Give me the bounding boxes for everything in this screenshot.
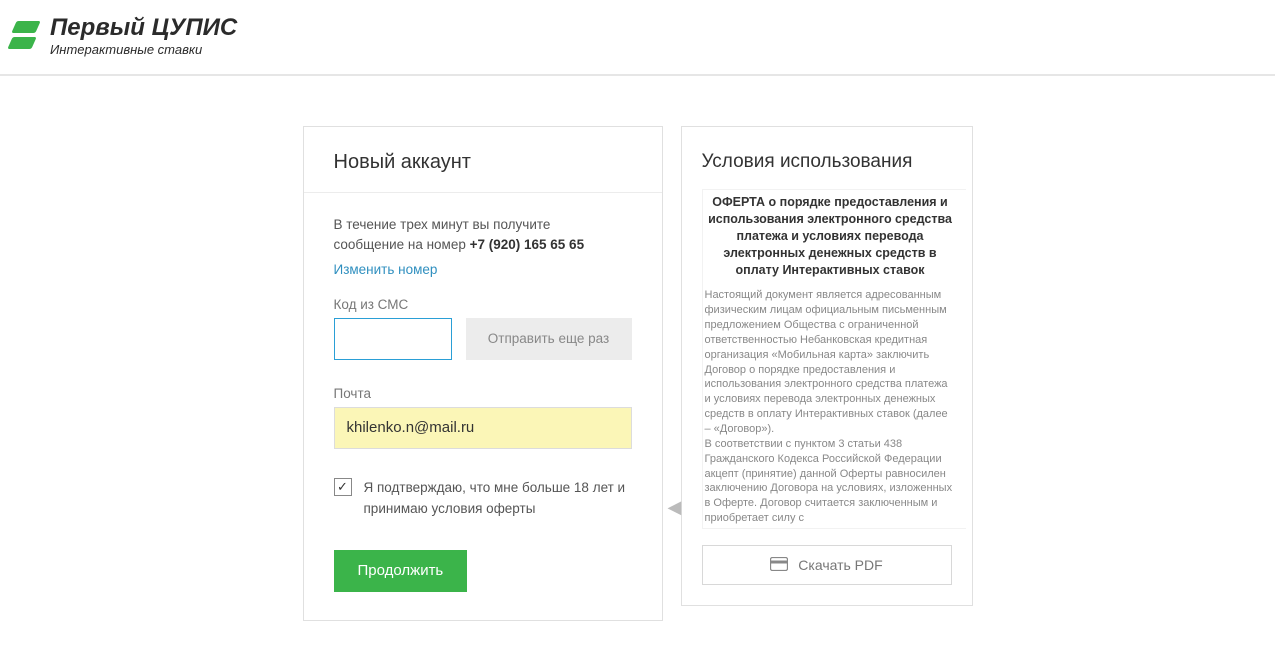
- sms-row: Отправить еще раз: [334, 318, 632, 360]
- age-confirm-text: Я подтверждаю, что мне больше 18 лет и п…: [364, 477, 632, 520]
- app-header: Первый ЦУПИС Интерактивные ставки: [0, 0, 1275, 76]
- age-confirm-checkbox[interactable]: ✓: [334, 478, 352, 496]
- email-input[interactable]: [334, 407, 632, 449]
- change-number-link[interactable]: Изменить номер: [334, 262, 438, 277]
- sms-code-input[interactable]: [334, 318, 452, 360]
- sms-info-phone: +7 (920) 165 65 65: [470, 237, 584, 252]
- email-label: Почта: [334, 386, 632, 401]
- sms-code-label: Код из СМС: [334, 297, 632, 312]
- brand-title: Первый ЦУПИС: [50, 16, 237, 40]
- offer-body-p1: Настоящий документ является адресованным…: [705, 289, 948, 435]
- sms-info-line1: В течение трех минут вы получите: [334, 215, 632, 235]
- age-confirm-row: ✓ Я подтверждаю, что мне больше 18 лет и…: [334, 477, 632, 520]
- brand-logo-icon: [8, 21, 40, 53]
- terms-footer: Скачать PDF: [682, 529, 972, 605]
- new-account-panel: Новый аккаунт В течение трех минут вы по…: [303, 126, 663, 621]
- new-account-header: Новый аккаунт: [304, 127, 662, 193]
- terms-panel: ◀ Условия использования ОФЕРТА о порядке…: [681, 126, 973, 606]
- terms-header: Условия использования: [682, 127, 972, 189]
- arrow-left-icon: ◀: [668, 497, 682, 518]
- brand-logo-block: Первый ЦУПИС Интерактивные ставки: [8, 16, 237, 58]
- continue-button[interactable]: Продолжить: [334, 550, 468, 592]
- main-content: Новый аккаунт В течение трех минут вы по…: [0, 76, 1275, 621]
- sms-info-line2: сообщение на номер +7 (920) 165 65 65: [334, 235, 632, 255]
- offer-body: Настоящий документ является адресованным…: [705, 288, 956, 526]
- new-account-body: В течение трех минут вы получите сообщен…: [304, 193, 662, 620]
- card-icon: [770, 557, 788, 574]
- sms-info-line2-prefix: сообщение на номер: [334, 237, 470, 252]
- download-pdf-label: Скачать PDF: [798, 557, 882, 573]
- resend-sms-button[interactable]: Отправить еще раз: [466, 318, 632, 360]
- brand-subtitle: Интерактивные ставки: [50, 42, 237, 58]
- terms-title: Условия использования: [702, 151, 952, 173]
- download-pdf-button[interactable]: Скачать PDF: [702, 545, 952, 585]
- offer-body-p2: В соответствии с пунктом 3 статьи 438 Гр…: [705, 438, 953, 524]
- offer-heading: ОФЕРТА о порядке предоставления и исполь…: [705, 194, 956, 278]
- new-account-title: Новый аккаунт: [334, 151, 632, 174]
- terms-scroll-area[interactable]: ОФЕРТА о порядке предоставления и исполь…: [702, 189, 966, 529]
- brand-text: Первый ЦУПИС Интерактивные ставки: [50, 16, 237, 58]
- check-icon: ✓: [337, 480, 348, 493]
